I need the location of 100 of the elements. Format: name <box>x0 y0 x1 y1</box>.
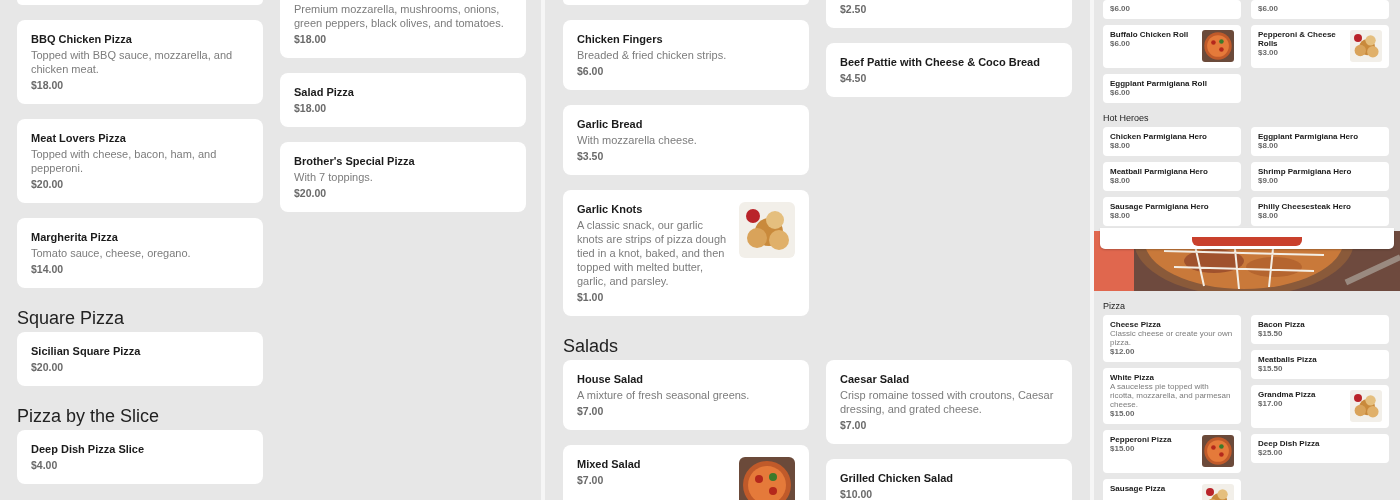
menu-item-card[interactable]: Chicken Parmigiana Hero $8.00 <box>1103 127 1241 156</box>
item-name: Sausage Parmigiana Hero <box>1110 202 1210 211</box>
item-name: BBQ Chicken Pizza <box>31 32 133 46</box>
item-name: Meatball Parmigiana Hero <box>1110 167 1209 176</box>
item-name: Buffalo Chicken Roll <box>1110 30 1190 39</box>
menu-item-card[interactable]: Garlic Bread With mozzarella cheese. $3.50 <box>563 105 809 175</box>
section-heading: Square Pizza <box>17 307 126 329</box>
menu-item-card[interactable] <box>17 0 263 5</box>
menu-item-card[interactable]: Salad Pizza $18.00 <box>280 73 526 127</box>
item-price: $7.00 <box>840 418 868 432</box>
item-price: $15.00 <box>1110 444 1135 453</box>
item-name: Sicilian Square Pizza <box>31 344 142 358</box>
menu-item-card[interactable]: Philly Cheesesteak Hero $8.00 <box>1251 197 1389 226</box>
item-price: $8.00 <box>1110 141 1132 150</box>
menu-item-card[interactable]: Mixed Salad $7.00 <box>563 445 809 500</box>
menu-item-card[interactable]: $6.00 <box>1251 0 1389 19</box>
item-name: Grandma Pizza <box>1258 390 1317 399</box>
item-name: Eggplant Parmigiana Roll <box>1110 79 1208 88</box>
item-name: Meat Lovers Pizza <box>31 131 127 145</box>
item-description: A classic snack, our garlic knots are strips of pizza dough tied in a knot, baked, and then topped with melted butter, garlic, and parsley. <box>577 218 728 288</box>
menu-item-card[interactable]: Beef Pattie with Cheese & Coco Bread $4.50 <box>826 43 1072 97</box>
menu-item-card[interactable]: Sicilian Square Pizza $20.00 <box>17 332 263 386</box>
item-name: Deep Dish Pizza <box>1258 439 1321 448</box>
item-name: Garlic Bread <box>577 117 644 131</box>
menu-item-card[interactable]: Margherita Pizza Tomato sauce, cheese, oregano. $14.00 <box>17 218 263 288</box>
section-heading: Hot Heroes <box>1103 113 1150 124</box>
item-name: Mixed Salad <box>577 457 642 471</box>
menu-item-card[interactable]: Brother's Special Pizza With 7 toppings. $20.00 <box>280 142 526 212</box>
item-price: $15.50 <box>1258 329 1284 338</box>
menu-item-card[interactable]: Bacon Pizza $15.50 <box>1251 315 1389 344</box>
menu-item-card[interactable]: House Salad A mixture of fresh seasonal greens. $7.00 <box>563 360 809 430</box>
menu-item-card[interactable]: $2.50 <box>826 0 1072 28</box>
menu-item-card[interactable]: Eggplant Parmigiana Roll $6.00 <box>1103 74 1241 103</box>
item-price: $8.00 <box>1258 141 1279 150</box>
menu-item-card[interactable]: Sausage Pizza <box>1103 479 1241 500</box>
item-price: $17.00 <box>1258 399 1284 408</box>
item-description: Classic cheese or create your own pizza. <box>1110 329 1234 347</box>
item-price: $8.00 <box>1258 211 1279 220</box>
menu-item-card[interactable]: $6.00 <box>1103 0 1241 19</box>
item-name: Philly Cheesesteak Hero <box>1258 202 1352 211</box>
menu-item-card[interactable]: Cheese Pizza Classic cheese or create your own pizza. $12.00 <box>1103 315 1241 362</box>
item-name: Shrimp Parmigiana Hero <box>1258 167 1353 176</box>
item-price: $18.00 <box>294 32 328 46</box>
menu-item-card[interactable]: White Pizza A sauceless pie topped with ricotta, mozzarella, and parmesan cheese. $15.00 <box>1103 368 1241 424</box>
menu-item-card[interactable]: Deep Dish Pizza Slice $4.00 <box>17 430 263 484</box>
item-description: Tomato sauce, cheese, oregano. <box>31 246 192 260</box>
menu-item-card[interactable]: Grandma Pizza $17.00 <box>1251 385 1389 428</box>
item-price: $10.00 <box>840 487 874 500</box>
item-description: A sauceless pie topped with ricotta, mozzarella, and parmesan cheese. <box>1110 382 1232 409</box>
menu-item-card[interactable]: Pepperoni Pizza $15.00 <box>1103 430 1241 473</box>
item-name: Eggplant Parmigiana Hero <box>1258 132 1360 141</box>
item-description: With mozzarella cheese. <box>577 133 698 147</box>
item-name: Chicken Parmigiana Hero <box>1110 132 1208 141</box>
menu-item-card[interactable]: Chicken Fingers Breaded & fried chicken strips. $6.00 <box>563 20 809 90</box>
item-price: $4.00 <box>31 458 59 472</box>
item-name: Margherita Pizza <box>31 230 119 244</box>
item-price: $7.00 <box>577 473 605 487</box>
menu-item-card[interactable]: Pepperoni & Cheese Rolls $3.00 <box>1251 25 1389 68</box>
item-price: $18.00 <box>31 78 65 92</box>
item-price: $8.00 <box>1110 211 1132 220</box>
menu-item-card[interactable]: BBQ Chicken Pizza Topped with BBQ sauce, mozzarella, and chicken meat. $18.00 <box>17 20 263 104</box>
item-name: Garlic Knots <box>577 202 644 216</box>
item-price: $20.00 <box>31 177 65 191</box>
item-price: $6.00 <box>577 64 605 78</box>
item-description: A mixture of fresh seasonal greens. <box>577 388 751 402</box>
item-name: Cheese Pizza <box>1110 320 1162 329</box>
item-name: House Salad <box>577 372 645 386</box>
item-description: With 7 toppings. <box>294 170 374 184</box>
item-price: $1.00 <box>577 290 605 304</box>
item-name: Beef Pattie with Cheese & Coco Bread <box>840 55 1041 69</box>
item-price: $15.50 <box>1258 364 1284 373</box>
menu-item-card[interactable]: Grilled Chicken Salad $10.00 <box>826 459 1072 500</box>
menu-item-card[interactable]: Meat Lovers Pizza Topped with cheese, bacon, ham, and pepperoni. $20.00 <box>17 119 263 203</box>
item-description: Premium mozzarella, mushrooms, onions, green peppers, black olives, and tomatoes. <box>294 2 505 30</box>
item-price: $18.00 <box>294 101 328 115</box>
menu-item-card[interactable]: Shrimp Parmigiana Hero $9.00 <box>1251 162 1389 191</box>
menu-item-card[interactable]: Meatball Parmigiana Hero $8.00 <box>1103 162 1241 191</box>
item-price: $6.00 <box>1110 39 1132 48</box>
item-name: Caesar Salad <box>840 372 911 386</box>
menu-item-card[interactable]: Deep Dish Pizza $25.00 <box>1251 434 1389 463</box>
menu-item-card[interactable]: Garlic Knots A classic snack, our garlic knots are strips of pizza dough tied in a knot, baked, and then topped with melted butter, garlic, and parsley. $1.00 <box>563 190 809 316</box>
item-price: $20.00 <box>294 186 328 200</box>
menu-item-card[interactable]: Caesar Salad Crisp romaine tossed with croutons, Caesar dressing, and grated cheese. $7.00 <box>826 360 1072 444</box>
menu-item-card[interactable]: Eggplant Parmigiana Hero $8.00 <box>1251 127 1389 156</box>
action-button[interactable] <box>1192 237 1302 246</box>
item-name: Bacon Pizza <box>1258 320 1306 329</box>
item-price: $6.00 <box>1110 4 1132 13</box>
menu-item-card[interactable]: Buffalo Chicken Roll $6.00 <box>1103 25 1241 68</box>
menu-item-card[interactable]: Sausage Parmigiana Hero $8.00 <box>1103 197 1241 226</box>
item-price: $15.00 <box>1110 409 1136 418</box>
menu-item-card[interactable]: Premium mozzarella, mushrooms, onions, green peppers, black olives, and tomatoes. $18.00 <box>280 0 526 58</box>
item-price: $3.50 <box>577 149 605 163</box>
menu-item-card[interactable]: Meatballs Pizza $15.50 <box>1251 350 1389 379</box>
menu-item-card[interactable] <box>563 0 809 5</box>
item-name: Salad Pizza <box>294 85 355 99</box>
item-price: $6.00 <box>1110 88 1131 97</box>
item-name: Grilled Chicken Salad <box>840 471 955 485</box>
item-price: $12.00 <box>1110 347 1136 356</box>
item-name: Pepperoni & Cheese Rolls <box>1258 30 1337 48</box>
item-price: $8.00 <box>1110 176 1132 185</box>
